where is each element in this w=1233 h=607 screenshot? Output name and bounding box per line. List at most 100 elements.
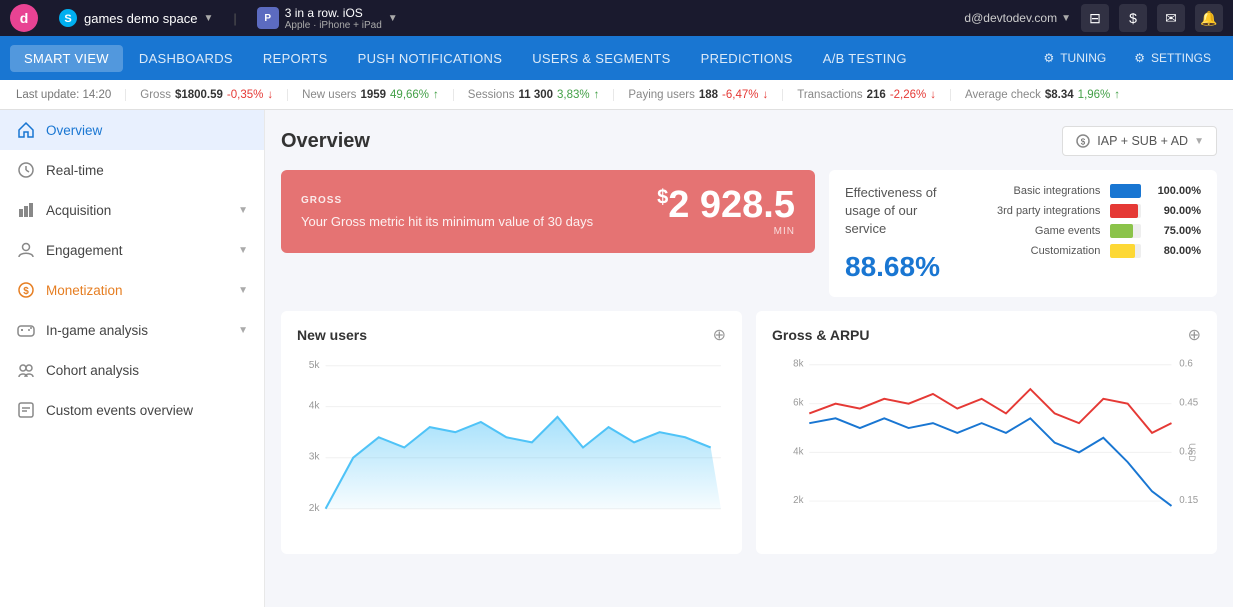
- tuning-button[interactable]: ⚙ TUNING: [1031, 45, 1118, 71]
- eff-row-game-events: Game events 75.00%: [970, 224, 1201, 238]
- settings-button[interactable]: ⚙ SETTINGS: [1122, 45, 1223, 71]
- clock-icon: [16, 160, 36, 180]
- svg-text:0.45: 0.45: [1179, 397, 1198, 408]
- tuning-icon: ⚙: [1043, 51, 1054, 65]
- monetization-chevron: ▼: [238, 285, 248, 296]
- effectiveness-left: Effectiveness of usage of our service 88…: [845, 184, 960, 283]
- alert-left: GROSS Your Gross metric hit its minimum …: [301, 195, 657, 229]
- content-area: Overview $ IAP + SUB + AD ▼ GROSS Your G…: [265, 110, 1233, 607]
- status-avg-check: Average check $8.34 1,96% ↑: [951, 89, 1134, 101]
- svg-text:0.6: 0.6: [1179, 358, 1193, 369]
- gross-arpu-chart-panel: Gross & ARPU ⊕ 8k 6k 4k 2k 0.6 0.45 0.3: [756, 311, 1217, 554]
- settings-icon: ⚙: [1134, 51, 1145, 65]
- filter-button[interactable]: $ IAP + SUB + AD ▼: [1062, 126, 1217, 156]
- sidebar-label-cohort: Cohort analysis: [46, 363, 248, 378]
- product-switcher[interactable]: P 3 in a row. iOS Apple · iPhone + iPad …: [249, 2, 406, 35]
- barchart-icon: [16, 200, 36, 220]
- eff-bar-basic: [1110, 184, 1141, 198]
- status-transactions: Transactions 216 -2,26% ↓: [783, 89, 951, 101]
- svg-text:0.15: 0.15: [1179, 495, 1198, 506]
- nav-dashboards[interactable]: DASHBOARDS: [125, 45, 247, 72]
- svg-text:8k: 8k: [793, 358, 803, 369]
- nav-right: ⚙ TUNING ⚙ SETTINGS: [1031, 45, 1223, 71]
- gross-arpu-zoom-button[interactable]: ⊕: [1188, 325, 1201, 345]
- eff-label-customization: Customization: [970, 245, 1100, 257]
- sidebar-label-monetization: Monetization: [46, 283, 228, 298]
- gross-arpu-title: Gross & ARPU: [772, 327, 870, 343]
- product-info: 3 in a row. iOS Apple · iPhone + iPad: [285, 6, 382, 31]
- new-users-chart-panel: New users ⊕ 5k 4k 3k 2k: [281, 311, 742, 554]
- divider: |: [233, 11, 236, 26]
- gross-arpu-chart-area: 8k 6k 4k 2k 0.6 0.45 0.3 0.15 USD: [772, 355, 1201, 540]
- effectiveness-content: Effectiveness of usage of our service 88…: [845, 184, 1201, 283]
- alert-card: GROSS Your Gross metric hit its minimum …: [281, 170, 815, 253]
- product-name: 3 in a row. iOS: [285, 6, 382, 20]
- overview-left: GROSS Your Gross metric hit its minimum …: [281, 170, 815, 297]
- nav-predictions[interactable]: PREDICTIONS: [687, 45, 807, 72]
- chat-button[interactable]: ✉: [1157, 4, 1185, 32]
- svg-text:$: $: [1081, 138, 1086, 147]
- overview-columns: GROSS Your Gross metric hit its minimum …: [281, 170, 1217, 297]
- sidebar-item-overview[interactable]: Overview: [0, 110, 264, 150]
- svg-text:4k: 4k: [793, 446, 803, 457]
- sidebar-item-acquisition[interactable]: Acquisition ▼: [0, 190, 264, 230]
- user-email[interactable]: d@devtodev.com ▼: [964, 11, 1071, 25]
- new-users-chart-area: 5k 4k 3k 2k: [297, 355, 726, 540]
- sidebar-item-ingame[interactable]: In-game analysis ▼: [0, 310, 264, 350]
- app-switcher[interactable]: S games demo space ▼: [50, 4, 221, 32]
- app-name: games demo space: [84, 11, 197, 26]
- effectiveness-bars: Basic integrations 100.00% 3rd party int…: [970, 184, 1201, 264]
- nav-ab-testing[interactable]: A/B TESTING: [809, 45, 921, 72]
- sidebar-label-custom-events: Custom events overview: [46, 403, 248, 418]
- sidebar-item-monetization[interactable]: $ Monetization ▼: [0, 270, 264, 310]
- sidebar-item-cohort[interactable]: Cohort analysis: [0, 350, 264, 390]
- page-title: Overview: [281, 130, 370, 153]
- svg-text:4k: 4k: [309, 400, 321, 411]
- nav-push-notifications[interactable]: PUSH NOTIFICATIONS: [344, 45, 517, 72]
- effectiveness-rows: Basic integrations 100.00% 3rd party int…: [970, 184, 1201, 258]
- custom-events-icon: [16, 400, 36, 420]
- cohort-icon: [16, 360, 36, 380]
- alert-label: MIN: [657, 226, 795, 237]
- billing-button[interactable]: $: [1119, 4, 1147, 32]
- product-sub: Apple · iPhone + iPad: [285, 20, 382, 31]
- eff-bar-customization-container: [1110, 244, 1141, 258]
- sidebar-item-engagement[interactable]: Engagement ▼: [0, 230, 264, 270]
- eff-row-basic: Basic integrations 100.00%: [970, 184, 1201, 198]
- charts-row: New users ⊕ 5k 4k 3k 2k: [281, 311, 1217, 554]
- nav-users-segments[interactable]: USERS & SEGMENTS: [518, 45, 684, 72]
- nav-bar: SMART VIEW DASHBOARDS REPORTS PUSH NOTIF…: [0, 36, 1233, 80]
- sidebar-label-ingame: In-game analysis: [46, 323, 228, 338]
- filter-chevron: ▼: [1194, 136, 1204, 147]
- status-sessions: Sessions 11 300 3,83% ↑: [454, 89, 615, 101]
- status-bar: Last update: 14:20 Gross $1800.59 -0,35%…: [0, 80, 1233, 110]
- email-chevron: ▼: [1061, 13, 1071, 24]
- gross-arpu-svg: 8k 6k 4k 2k 0.6 0.45 0.3 0.15 USD: [772, 355, 1201, 540]
- alert-description: Your Gross metric hit its minimum value …: [301, 214, 657, 229]
- sidebar-item-custom-events[interactable]: Custom events overview: [0, 390, 264, 430]
- app-chevron: ▼: [203, 13, 213, 24]
- engagement-chevron: ▼: [238, 245, 248, 256]
- user-icon: [16, 240, 36, 260]
- new-users-svg: 5k 4k 3k 2k: [297, 355, 726, 540]
- eff-label-3rdparty: 3rd party integrations: [970, 205, 1100, 217]
- sidebar: Overview Real-time Acquisition ▼ Engagem…: [0, 110, 265, 607]
- sidebar-label-acquisition: Acquisition: [46, 203, 228, 218]
- eff-bar-game-events-container: [1110, 224, 1141, 238]
- effectiveness-percent: 88.68%: [845, 251, 960, 283]
- svg-text:6k: 6k: [793, 397, 803, 408]
- home-icon: [16, 120, 36, 140]
- svg-text:S: S: [64, 13, 71, 25]
- new-users-zoom-button[interactable]: ⊕: [713, 325, 726, 345]
- sidebar-item-realtime[interactable]: Real-time: [0, 150, 264, 190]
- eff-bar-game-events: [1110, 224, 1133, 238]
- status-paying-users: Paying users 188 -6,47% ↓: [614, 89, 783, 101]
- nav-smart-view[interactable]: SMART VIEW: [10, 45, 123, 72]
- sidebar-label-overview: Overview: [46, 123, 248, 138]
- main-layout: Overview Real-time Acquisition ▼ Engagem…: [0, 110, 1233, 607]
- notifications-button[interactable]: 🔔: [1195, 4, 1223, 32]
- help-button[interactable]: ⊟: [1081, 4, 1109, 32]
- nav-reports[interactable]: REPORTS: [249, 45, 342, 72]
- product-icon: P: [257, 7, 279, 29]
- dollar-sign: $: [657, 186, 668, 208]
